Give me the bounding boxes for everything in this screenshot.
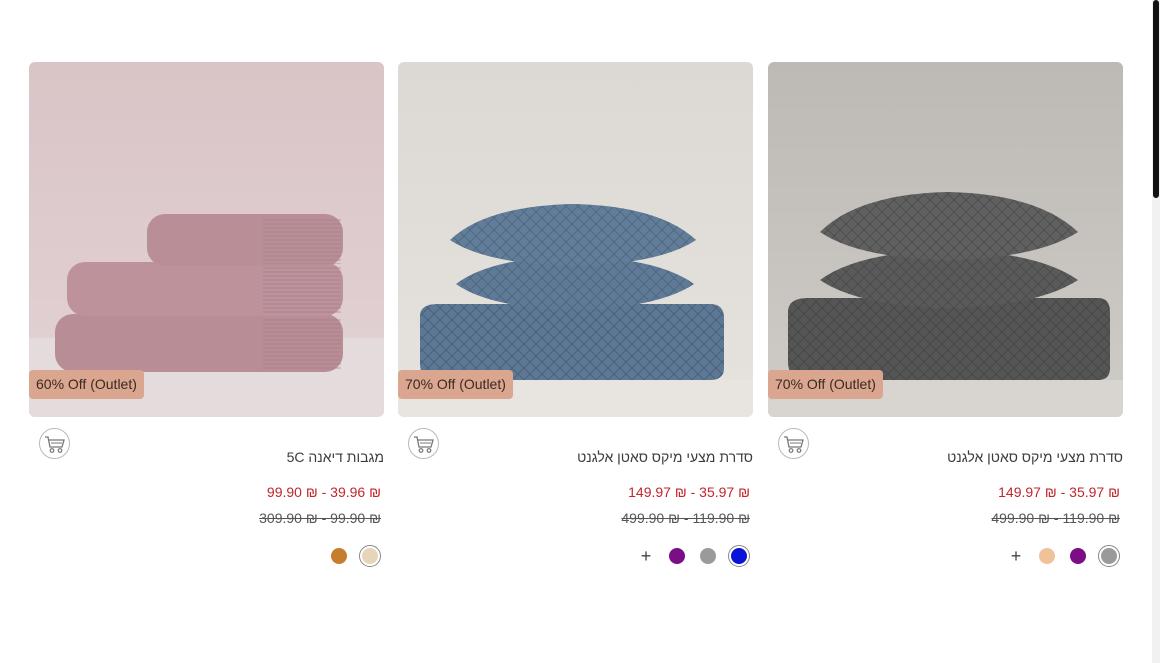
sale-price: ₪ 39.96 - ₪ 99.90 <box>266 484 381 500</box>
original-price: ₪ 119.90 - ₪ 499.90 <box>621 510 750 526</box>
product-image[interactable] <box>29 62 384 417</box>
more-colors-button[interactable]: + <box>1005 545 1027 567</box>
color-swatches: + <box>635 545 750 567</box>
product-card[interactable]: 60% Off (Outlet) מגבות דיאנה 5C ₪ 39.96 … <box>29 62 384 582</box>
sale-price: ₪ 35.97 - ₪ 149.97 <box>628 484 750 500</box>
scrollbar-track[interactable] <box>1152 0 1160 663</box>
swatch-dot <box>331 548 347 564</box>
product-title[interactable]: מגבות דיאנה 5C <box>84 449 384 465</box>
more-colors-button[interactable]: + <box>635 545 657 567</box>
swatch-dot <box>1101 548 1117 564</box>
grey-bedding-image <box>768 62 1123 417</box>
add-to-cart-button[interactable] <box>778 428 809 459</box>
cart-icon <box>414 436 434 453</box>
color-swatch[interactable] <box>697 545 719 567</box>
cart-icon <box>45 436 65 453</box>
product-title[interactable]: סדרת מצעי מיקס סאטן אלגנט <box>823 449 1123 465</box>
color-swatch[interactable] <box>328 545 350 567</box>
pink-towels-image <box>29 62 384 417</box>
discount-badge: 70% Off (Outlet) <box>768 370 883 399</box>
swatch-dot <box>669 548 685 564</box>
product-title[interactable]: סדרת מצעי מיקס סאטן אלגנט <box>453 449 753 465</box>
original-price: ₪ 99.90 - ₪ 309.90 <box>259 510 381 526</box>
product-card[interactable]: 70% Off (Outlet) סדרת מצעי מיקס סאטן אלג… <box>768 62 1123 582</box>
cart-icon <box>784 436 804 453</box>
swatch-dot <box>700 548 716 564</box>
swatch-dot <box>731 548 747 564</box>
sale-price: ₪ 35.97 - ₪ 149.97 <box>998 484 1120 500</box>
add-to-cart-button[interactable] <box>39 428 70 459</box>
color-swatch[interactable] <box>1098 545 1120 567</box>
color-swatch[interactable] <box>359 545 381 567</box>
swatch-dot <box>1070 548 1086 564</box>
swatch-dot <box>1039 548 1055 564</box>
discount-badge: 60% Off (Outlet) <box>29 370 144 399</box>
product-card[interactable]: 70% Off (Outlet) סדרת מצעי מיקס סאטן אלג… <box>398 62 753 582</box>
original-price: ₪ 119.90 - ₪ 499.90 <box>991 510 1120 526</box>
product-grid: 70% Off (Outlet) סדרת מצעי מיקס סאטן אלג… <box>29 62 1123 582</box>
color-swatches <box>328 545 381 567</box>
product-image[interactable] <box>768 62 1123 417</box>
color-swatch[interactable] <box>666 545 688 567</box>
scrollbar-thumb[interactable] <box>1153 0 1159 198</box>
blue-bedding-image <box>398 62 753 417</box>
swatch-dot <box>362 548 378 564</box>
color-swatch[interactable] <box>1036 545 1058 567</box>
product-image[interactable] <box>398 62 753 417</box>
add-to-cart-button[interactable] <box>408 428 439 459</box>
color-swatch[interactable] <box>1067 545 1089 567</box>
color-swatch[interactable] <box>728 545 750 567</box>
color-swatches: + <box>1005 545 1120 567</box>
discount-badge: 70% Off (Outlet) <box>398 370 513 399</box>
